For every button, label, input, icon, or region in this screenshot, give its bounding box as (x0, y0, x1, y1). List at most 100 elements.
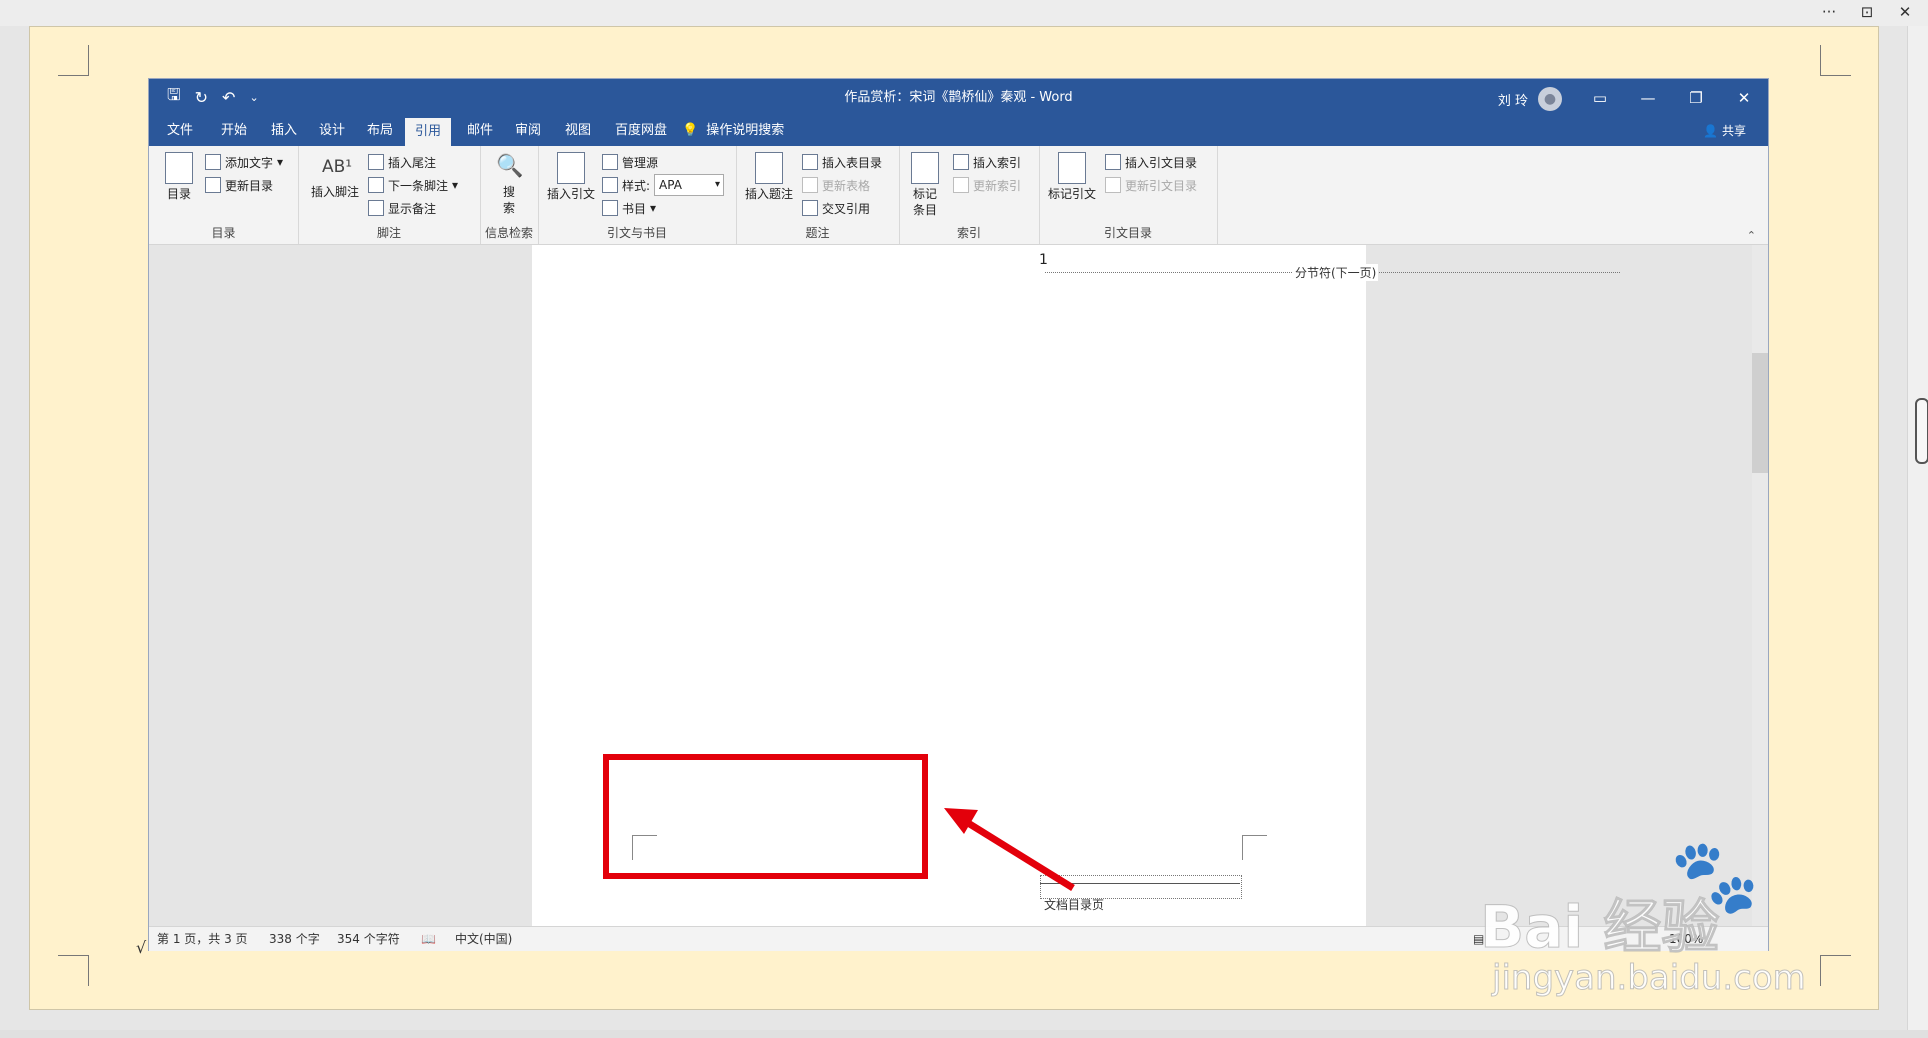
person-icon: 👤 (1703, 124, 1719, 138)
show-notes-button[interactable]: 显示备注 (368, 198, 436, 218)
update-table-icon (802, 177, 818, 193)
share-button[interactable]: 👤 共享 (1703, 116, 1746, 146)
search-button[interactable]: 🔍 搜索 (490, 152, 528, 216)
manage-sources-button[interactable]: 管理源 (602, 152, 658, 172)
section-break-label: 分节符(下一页) (1293, 264, 1379, 281)
manage-sources-icon (602, 154, 618, 170)
crop-mark-top-left (58, 45, 89, 76)
mark-entry-icon (911, 152, 939, 184)
check-mark: √ (136, 938, 147, 957)
watermark-brand: Bai 经验 (1479, 893, 1720, 962)
tab-layout[interactable]: 布局 (367, 116, 393, 146)
ribbon: 目录 添加文字 ▾ 更新目录 目录 AB¹ 插入脚注 插入尾注 下一条脚注 ▾ … (149, 146, 1768, 245)
toc-icon (165, 152, 193, 184)
mark-entry-label: 标记条目 (912, 187, 937, 217)
tab-references[interactable]: 引用 (405, 118, 452, 146)
cross-reference-button[interactable]: 交叉引用 (802, 198, 870, 218)
tell-me-search[interactable]: 💡 操作说明搜索 (682, 116, 784, 146)
update-toa-icon (1105, 177, 1121, 193)
char-count[interactable]: 354 个字符 (337, 927, 400, 951)
tab-review[interactable]: 审阅 (515, 116, 541, 146)
tab-mailings[interactable]: 邮件 (467, 116, 493, 146)
highlight-arrow (944, 808, 1075, 891)
word-count[interactable]: 338 个字 (269, 927, 320, 951)
tab-file[interactable]: 文件 (167, 116, 193, 146)
search-label: 搜索 (502, 185, 515, 215)
minimize-icon[interactable]: — (1624, 79, 1672, 116)
insert-index-button[interactable]: 插入索引 (953, 152, 1021, 172)
update-toa-label: 更新引文目录 (1125, 178, 1198, 193)
window-buttons: ▭ — ❐ ✕ (1576, 79, 1768, 116)
group-footnotes: AB¹ 插入脚注 插入尾注 下一条脚注 ▾ 显示备注 脚注 (298, 146, 481, 244)
mark-entry-button[interactable]: 标记条目 (905, 152, 945, 218)
insert-endnote-button[interactable]: 插入尾注 (368, 152, 436, 172)
manage-sources-label: 管理源 (622, 155, 659, 170)
group-footnotes-label: 脚注 (376, 226, 401, 240)
tab-view[interactable]: 视图 (565, 116, 591, 146)
avatar-icon[interactable]: ● (1538, 87, 1562, 111)
viewer-scrollbar[interactable] (1907, 26, 1928, 1038)
toc-button[interactable]: 目录 (159, 152, 199, 202)
more-options-icon[interactable]: ··· (1810, 0, 1848, 24)
update-table-button[interactable]: 更新表格 (802, 175, 870, 195)
group-toc: 目录 添加文字 ▾ 更新目录 目录 (149, 146, 299, 244)
cross-reference-label: 交叉引用 (822, 201, 871, 216)
bibliography-label: 书目 (622, 201, 647, 216)
update-index-button[interactable]: 更新索引 (953, 175, 1021, 195)
update-toc-icon (205, 177, 221, 193)
group-research: 🔍 搜索 信息检索 (480, 146, 539, 244)
insert-citation-button[interactable]: 插入引文 (544, 152, 598, 202)
show-notes-label: 显示备注 (388, 201, 437, 216)
page-count[interactable]: 第 1 页，共 3 页 (157, 927, 248, 951)
style-label: 样式: (622, 178, 651, 193)
highlight-box (603, 754, 928, 879)
tab-insert[interactable]: 插入 (271, 116, 297, 146)
collapse-ribbon-icon[interactable]: ⌃ (1747, 229, 1756, 242)
style-dropdown[interactable]: APA ▾ (654, 174, 725, 196)
user-account[interactable]: 刘 玲 ● (1498, 87, 1562, 111)
insert-index-icon (953, 154, 969, 170)
next-footnote-label: 下一条脚注 (388, 178, 449, 193)
footnote-icon: AB¹ (322, 157, 353, 177)
insert-toa-icon (1105, 154, 1121, 170)
ribbon-display-icon[interactable]: ▭ (1576, 79, 1624, 116)
close-icon[interactable]: ✕ (1720, 79, 1768, 116)
crop-mark-bottom-left (58, 955, 89, 986)
update-index-label: 更新索引 (973, 178, 1022, 193)
language[interactable]: 中文(中国) (455, 927, 512, 951)
tab-baidu-netdisk[interactable]: 百度网盘 (615, 116, 667, 146)
vertical-scrollbar[interactable] (1752, 245, 1768, 926)
table-of-figures-icon (802, 154, 818, 170)
restore-icon[interactable]: ❐ (1672, 79, 1720, 116)
group-index-label: 索引 (956, 226, 981, 240)
share-label: 共享 (1721, 124, 1746, 138)
viewer-bottom-bar (0, 1030, 1928, 1038)
bibliography-button[interactable]: 书目 ▾ (602, 198, 656, 218)
update-toc-button[interactable]: 更新目录 (205, 175, 273, 195)
insert-citation-label: 插入引文 (546, 187, 595, 201)
insert-caption-label: 插入题注 (744, 187, 793, 201)
tab-home[interactable]: 开始 (221, 116, 247, 146)
next-footnote-button[interactable]: 下一条脚注 ▾ (368, 175, 458, 195)
group-toa: 标记引文 插入引文目录 更新引文目录 引文目录 (1039, 146, 1218, 244)
bibliography-icon (602, 200, 618, 216)
style-selector: 样式: APA ▾ (602, 174, 725, 196)
add-text-button[interactable]: 添加文字 ▾ (205, 152, 283, 172)
insert-caption-button[interactable]: 插入题注 (742, 152, 796, 202)
fullscreen-icon[interactable]: ⊡ (1848, 0, 1886, 24)
mark-citation-button[interactable]: 标记引文 (1045, 152, 1099, 202)
update-toa-button[interactable]: 更新引文目录 (1105, 175, 1197, 195)
insert-index-label: 插入索引 (973, 155, 1022, 170)
tab-design[interactable]: 设计 (319, 116, 345, 146)
chevron-down-icon: ▾ (715, 179, 721, 190)
insert-footnote-button[interactable]: AB¹ 插入脚注 (306, 152, 364, 200)
cross-reference-icon (802, 200, 818, 216)
viewer-scroll-thumb[interactable] (1915, 398, 1928, 464)
scroll-thumb[interactable] (1752, 353, 1768, 473)
style-value: APA (659, 178, 682, 192)
proofing-icon[interactable]: 📖 (421, 927, 436, 951)
close-viewer-icon[interactable]: ✕ (1886, 0, 1924, 24)
baidu-watermark: 🐾 Bai 经验 jingyan.baidu.com (1479, 830, 1840, 1010)
insert-table-of-figures-button[interactable]: 插入表目录 (802, 152, 882, 172)
insert-toa-button[interactable]: 插入引文目录 (1105, 152, 1197, 172)
